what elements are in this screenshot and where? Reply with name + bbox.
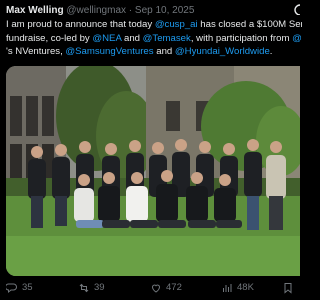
tweet-text-line-2: fundraise, co-led by @NEA and @Temasek, …	[6, 32, 302, 46]
like-button[interactable]: 472	[150, 279, 182, 297]
repost-count: 39	[94, 282, 105, 293]
author-name[interactable]: Max Welling	[6, 5, 64, 16]
like-count: 472	[166, 282, 182, 293]
tweet-text-line-3: 's NVentures, @SamsungVentures and @Hyun…	[6, 45, 302, 59]
author-handle[interactable]: @wellingmax	[66, 5, 126, 16]
views-icon	[221, 282, 233, 294]
tweet-header: Max Welling @wellingmax · Sep 10, 2025	[6, 3, 296, 19]
reply-button[interactable]: 35	[6, 279, 33, 297]
mention-hyundai-worldwide[interactable]: @Hyundai_Worldwide	[175, 46, 270, 57]
text-segment: .	[269, 46, 273, 58]
tweet-text: I am proud to announce that today @cusp_…	[6, 18, 316, 59]
tweet: Max Welling @wellingmax · Sep 10, 2025 I…	[0, 0, 302, 300]
views-button[interactable]: 48K	[221, 279, 254, 297]
mention-nvidia-truncated[interactable]: @N	[292, 33, 302, 44]
text-segment: and	[153, 46, 175, 58]
repost-button[interactable]: 39	[78, 279, 105, 297]
bookmark-icon	[282, 282, 294, 294]
text-segment: and	[121, 32, 143, 44]
repost-icon	[78, 282, 90, 294]
group-photo-illustration	[6, 66, 300, 276]
reply-icon	[6, 282, 18, 294]
tweet-photo[interactable]	[6, 66, 300, 276]
bookmark-button[interactable]	[282, 279, 294, 297]
text-segment: , with participation from	[190, 32, 293, 44]
mention-cusp-ai[interactable]: @cusp_ai	[155, 19, 198, 30]
mention-temasek[interactable]: @Temasek	[143, 33, 191, 44]
text-segment: 's NVentures,	[6, 46, 66, 58]
grok-icon[interactable]	[294, 3, 300, 15]
mention-samsung-ventures[interactable]: @SamsungVentures	[65, 46, 153, 57]
text-segment: I am proud to announce that today	[6, 19, 155, 30]
text-segment: has closed a $100M Series	[200, 19, 302, 30]
mention-nea[interactable]: @NEA	[92, 33, 121, 44]
heart-icon	[150, 282, 162, 294]
tweet-text-line-1: I am proud to announce that today @cusp_…	[6, 18, 302, 32]
tweet-date[interactable]: Sep 10, 2025	[135, 5, 195, 16]
text-segment: fundraise, co-led by	[6, 32, 93, 44]
views-count: 48K	[237, 282, 254, 293]
tweet-actions: 35 39 472 48K	[0, 279, 300, 297]
reply-count: 35	[22, 282, 33, 293]
header-separator: ·	[128, 5, 133, 16]
